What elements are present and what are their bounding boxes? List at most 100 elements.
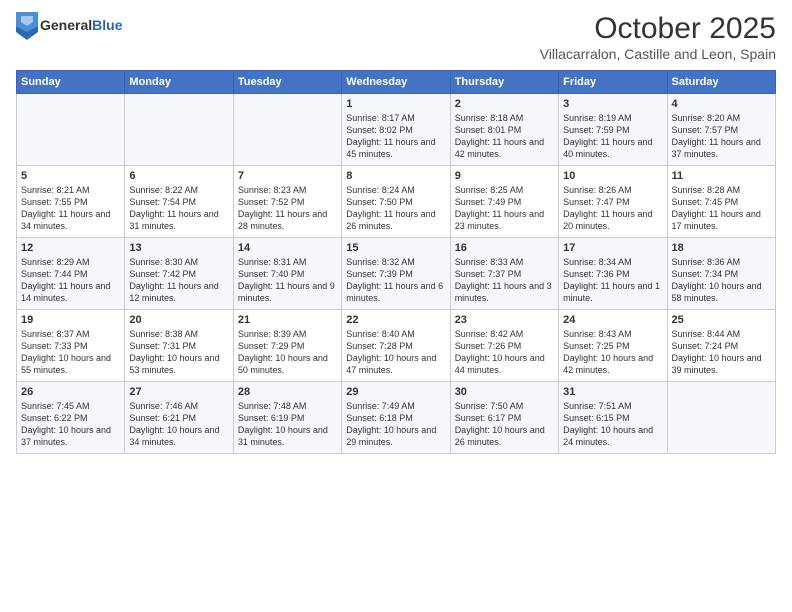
day-number: 2 bbox=[455, 98, 554, 110]
calendar-cell bbox=[125, 94, 233, 166]
day-info: Sunrise: 8:34 AM Sunset: 7:36 PM Dayligh… bbox=[563, 256, 662, 305]
day-number: 6 bbox=[129, 170, 228, 182]
day-number: 25 bbox=[672, 314, 771, 326]
day-info: Sunrise: 7:49 AM Sunset: 6:18 PM Dayligh… bbox=[346, 400, 445, 449]
day-info: Sunrise: 8:25 AM Sunset: 7:49 PM Dayligh… bbox=[455, 184, 554, 233]
calendar-cell: 20 Sunrise: 8:38 AM Sunset: 7:31 PM Dayli… bbox=[125, 310, 233, 382]
day-info: Sunrise: 8:24 AM Sunset: 7:50 PM Dayligh… bbox=[346, 184, 445, 233]
day-info: Sunrise: 8:29 AM Sunset: 7:44 PM Dayligh… bbox=[21, 256, 120, 305]
calendar-cell: 25 Sunrise: 8:44 AM Sunset: 7:24 PM Dayli… bbox=[667, 310, 775, 382]
calendar-cell bbox=[667, 382, 775, 454]
week-row-3: 12 Sunrise: 8:29 AM Sunset: 7:44 PM Dayli… bbox=[17, 238, 776, 310]
calendar-cell: 8Sunrise: 8:24 AM Sunset: 7:50 PM Daylig… bbox=[342, 166, 450, 238]
calendar-cell: 22Sunrise: 8:40 AM Sunset: 7:28 PM Dayli… bbox=[342, 310, 450, 382]
calendar-cell: 5 Sunrise: 8:21 AM Sunset: 7:55 PM Daylig… bbox=[17, 166, 125, 238]
logo-general-text: General bbox=[40, 17, 92, 33]
calendar-cell: 17 Sunrise: 8:34 AM Sunset: 7:36 PM Dayli… bbox=[559, 238, 667, 310]
calendar-cell: 27 Sunrise: 7:46 AM Sunset: 6:21 PM Dayli… bbox=[125, 382, 233, 454]
calendar-cell: 12 Sunrise: 8:29 AM Sunset: 7:44 PM Dayli… bbox=[17, 238, 125, 310]
day-number: 21 bbox=[238, 314, 337, 326]
calendar-cell: 24Sunrise: 8:43 AM Sunset: 7:25 PM Dayli… bbox=[559, 310, 667, 382]
day-info: Sunrise: 8:18 AM Sunset: 8:01 PM Dayligh… bbox=[455, 112, 554, 161]
calendar-cell: 11 Sunrise: 8:28 AM Sunset: 7:45 PM Dayli… bbox=[667, 166, 775, 238]
day-number: 11 bbox=[672, 170, 771, 182]
day-number: 15 bbox=[346, 242, 445, 254]
calendar-cell: 2 Sunrise: 8:18 AM Sunset: 8:01 PM Daylig… bbox=[450, 94, 558, 166]
day-number: 18 bbox=[672, 242, 771, 254]
page: GeneralBlue October 2025 Villacarralon, … bbox=[0, 0, 792, 612]
calendar-cell: 21Sunrise: 8:39 AM Sunset: 7:29 PM Dayli… bbox=[233, 310, 341, 382]
calendar-cell: 16 Sunrise: 8:33 AM Sunset: 7:37 PM Dayli… bbox=[450, 238, 558, 310]
week-row-5: 26Sunrise: 7:45 AM Sunset: 6:22 PM Dayli… bbox=[17, 382, 776, 454]
weekday-header-friday: Friday bbox=[559, 71, 667, 94]
day-info: Sunrise: 8:26 AM Sunset: 7:47 PM Dayligh… bbox=[563, 184, 662, 233]
day-number: 30 bbox=[455, 386, 554, 398]
day-number: 14 bbox=[238, 242, 337, 254]
calendar-cell: 19 Sunrise: 8:37 AM Sunset: 7:33 PM Dayli… bbox=[17, 310, 125, 382]
day-info: Sunrise: 8:17 AM Sunset: 8:02 PM Dayligh… bbox=[346, 112, 445, 161]
calendar-cell: 18 Sunrise: 8:36 AM Sunset: 7:34 PM Dayli… bbox=[667, 238, 775, 310]
day-info: Sunrise: 8:22 AM Sunset: 7:54 PM Dayligh… bbox=[129, 184, 228, 233]
day-info: Sunrise: 8:31 AM Sunset: 7:40 PM Dayligh… bbox=[238, 256, 337, 305]
logo-icon bbox=[16, 12, 38, 40]
calendar-cell: 26Sunrise: 7:45 AM Sunset: 6:22 PM Dayli… bbox=[17, 382, 125, 454]
day-number: 28 bbox=[238, 386, 337, 398]
calendar-cell: 30Sunrise: 7:50 AM Sunset: 6:17 PM Dayli… bbox=[450, 382, 558, 454]
month-title: October 2025 bbox=[540, 12, 776, 46]
calendar-cell bbox=[17, 94, 125, 166]
weekday-header-sunday: Sunday bbox=[17, 71, 125, 94]
day-info: Sunrise: 8:30 AM Sunset: 7:42 PM Dayligh… bbox=[129, 256, 228, 305]
day-info: Sunrise: 8:28 AM Sunset: 7:45 PM Dayligh… bbox=[672, 184, 771, 233]
weekday-header-saturday: Saturday bbox=[667, 71, 775, 94]
calendar-cell: 9 Sunrise: 8:25 AM Sunset: 7:49 PM Daylig… bbox=[450, 166, 558, 238]
day-info: Sunrise: 8:19 AM Sunset: 7:59 PM Dayligh… bbox=[563, 112, 662, 161]
day-info: Sunrise: 8:37 AM Sunset: 7:33 PM Dayligh… bbox=[21, 328, 120, 377]
day-number: 7 bbox=[238, 170, 337, 182]
calendar-cell: 7Sunrise: 8:23 AM Sunset: 7:52 PM Daylig… bbox=[233, 166, 341, 238]
logo-blue-text: Blue bbox=[92, 17, 122, 33]
day-number: 23 bbox=[455, 314, 554, 326]
day-number: 20 bbox=[129, 314, 228, 326]
day-number: 24 bbox=[563, 314, 662, 326]
day-number: 16 bbox=[455, 242, 554, 254]
day-number: 12 bbox=[21, 242, 120, 254]
day-number: 31 bbox=[563, 386, 662, 398]
calendar-cell: 28Sunrise: 7:48 AM Sunset: 6:19 PM Dayli… bbox=[233, 382, 341, 454]
week-row-2: 5 Sunrise: 8:21 AM Sunset: 7:55 PM Daylig… bbox=[17, 166, 776, 238]
weekday-header-row: SundayMondayTuesdayWednesdayThursdayFrid… bbox=[17, 71, 776, 94]
day-number: 27 bbox=[129, 386, 228, 398]
weekday-header-wednesday: Wednesday bbox=[342, 71, 450, 94]
calendar-cell: 14 Sunrise: 8:31 AM Sunset: 7:40 PM Dayli… bbox=[233, 238, 341, 310]
day-number: 13 bbox=[129, 242, 228, 254]
day-info: Sunrise: 8:20 AM Sunset: 7:57 PM Dayligh… bbox=[672, 112, 771, 161]
weekday-header-tuesday: Tuesday bbox=[233, 71, 341, 94]
day-number: 19 bbox=[21, 314, 120, 326]
day-info: Sunrise: 7:45 AM Sunset: 6:22 PM Dayligh… bbox=[21, 400, 120, 449]
day-number: 5 bbox=[21, 170, 120, 182]
calendar-cell: 23 Sunrise: 8:42 AM Sunset: 7:26 PM Dayli… bbox=[450, 310, 558, 382]
calendar-cell: 15 Sunrise: 8:32 AM Sunset: 7:39 PM Dayli… bbox=[342, 238, 450, 310]
day-info: Sunrise: 8:44 AM Sunset: 7:24 PM Dayligh… bbox=[672, 328, 771, 377]
day-info: Sunrise: 8:32 AM Sunset: 7:39 PM Dayligh… bbox=[346, 256, 445, 305]
calendar-cell: 4 Sunrise: 8:20 AM Sunset: 7:57 PM Daylig… bbox=[667, 94, 775, 166]
day-number: 17 bbox=[563, 242, 662, 254]
location-subtitle: Villacarralon, Castille and Leon, Spain bbox=[540, 46, 776, 62]
day-number: 4 bbox=[672, 98, 771, 110]
day-info: Sunrise: 8:38 AM Sunset: 7:31 PM Dayligh… bbox=[129, 328, 228, 377]
title-block: October 2025 Villacarralon, Castille and… bbox=[540, 12, 776, 62]
day-info: Sunrise: 7:46 AM Sunset: 6:21 PM Dayligh… bbox=[129, 400, 228, 449]
calendar-cell: 6 Sunrise: 8:22 AM Sunset: 7:54 PM Daylig… bbox=[125, 166, 233, 238]
header: GeneralBlue October 2025 Villacarralon, … bbox=[16, 12, 776, 62]
weekday-header-monday: Monday bbox=[125, 71, 233, 94]
day-number: 9 bbox=[455, 170, 554, 182]
weekday-header-thursday: Thursday bbox=[450, 71, 558, 94]
day-info: Sunrise: 8:21 AM Sunset: 7:55 PM Dayligh… bbox=[21, 184, 120, 233]
calendar-cell: 31Sunrise: 7:51 AM Sunset: 6:15 PM Dayli… bbox=[559, 382, 667, 454]
calendar-cell: 1Sunrise: 8:17 AM Sunset: 8:02 PM Daylig… bbox=[342, 94, 450, 166]
logo: GeneralBlue bbox=[16, 12, 122, 40]
day-info: Sunrise: 8:36 AM Sunset: 7:34 PM Dayligh… bbox=[672, 256, 771, 305]
day-info: Sunrise: 8:40 AM Sunset: 7:28 PM Dayligh… bbox=[346, 328, 445, 377]
day-info: Sunrise: 8:42 AM Sunset: 7:26 PM Dayligh… bbox=[455, 328, 554, 377]
calendar-cell bbox=[233, 94, 341, 166]
day-info: Sunrise: 8:33 AM Sunset: 7:37 PM Dayligh… bbox=[455, 256, 554, 305]
